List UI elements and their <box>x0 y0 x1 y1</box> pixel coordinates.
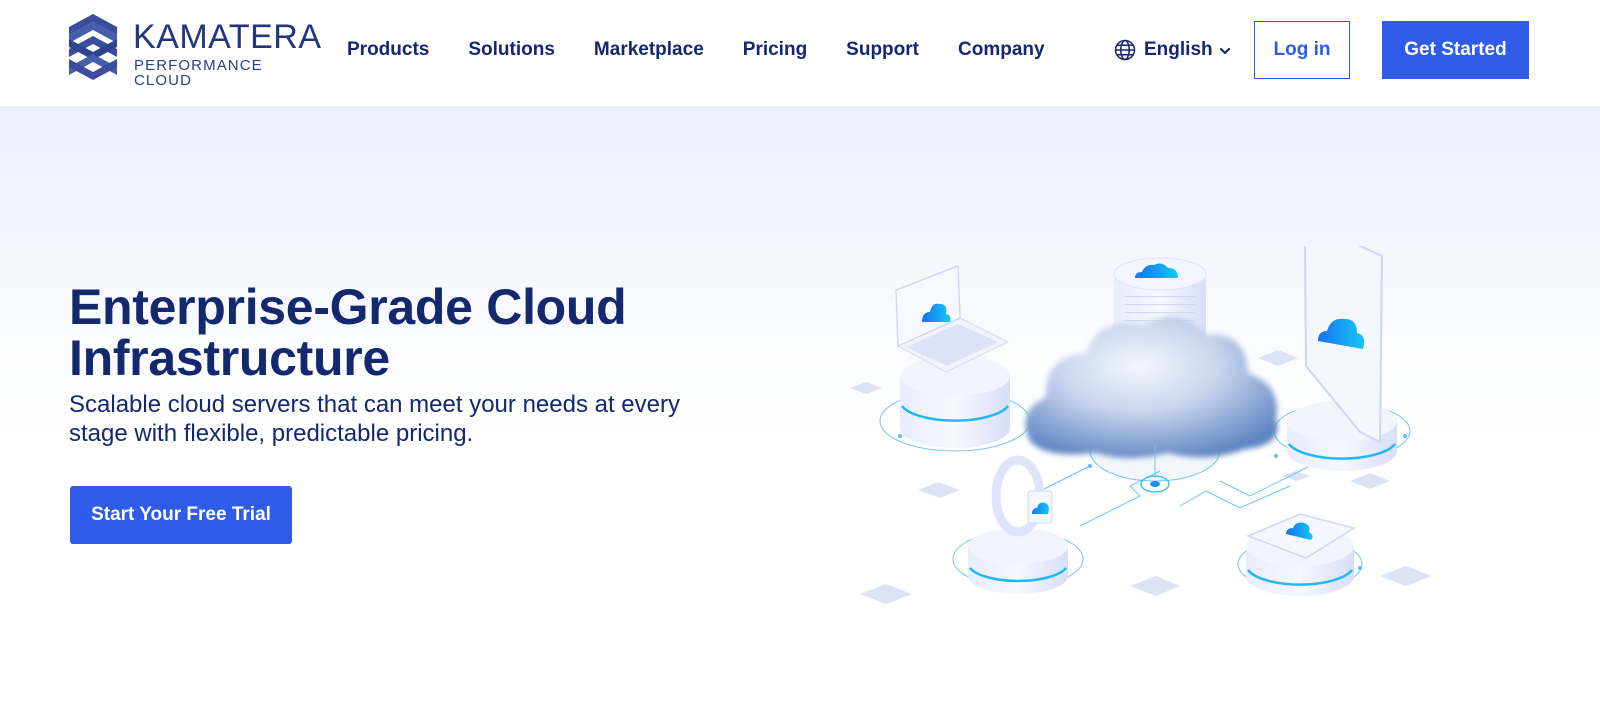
brand-logo[interactable]: KAMATERA PERFORMANCE CLOUD <box>69 14 322 88</box>
brand-name: KAMATERA <box>133 18 322 56</box>
main-nav: Products Solutions Marketplace Pricing S… <box>347 36 1045 64</box>
globe-icon <box>1114 39 1136 61</box>
hero-section: Enterprise-Grade Cloud Infrastructure Sc… <box>0 106 1600 710</box>
language-label: English <box>1144 39 1213 60</box>
central-cloud <box>1025 317 1278 458</box>
hero-subtitle: Scalable cloud servers that can meet you… <box>69 391 680 447</box>
nav-item-pricing[interactable]: Pricing <box>743 36 807 64</box>
nav-item-company[interactable]: Company <box>958 36 1045 64</box>
watch-pedestal <box>968 455 1068 594</box>
login-button[interactable]: Log in <box>1254 21 1350 79</box>
nav-item-solutions[interactable]: Solutions <box>468 36 555 64</box>
tablet-pedestal <box>1287 246 1397 471</box>
card-pedestal <box>1245 513 1356 596</box>
language-selector[interactable]: English <box>1114 36 1231 64</box>
cloud-network-illustration <box>850 246 1432 604</box>
chevron-down-icon <box>1219 47 1230 55</box>
nav-item-support[interactable]: Support <box>846 36 919 64</box>
nav-item-marketplace[interactable]: Marketplace <box>594 36 704 64</box>
laptop-pedestal <box>895 264 1010 448</box>
site-header: KAMATERA PERFORMANCE CLOUD Products Solu… <box>0 0 1600 106</box>
nav-item-products[interactable]: Products <box>347 36 429 64</box>
stacked-chevron-hexagon-icon <box>69 14 117 80</box>
brand-tagline: PERFORMANCE CLOUD <box>134 57 263 89</box>
free-trial-button[interactable]: Start Your Free Trial <box>70 486 292 544</box>
hero-title: Enterprise-Grade Cloud Infrastructure <box>69 279 627 386</box>
get-started-button[interactable]: Get Started <box>1382 21 1529 79</box>
